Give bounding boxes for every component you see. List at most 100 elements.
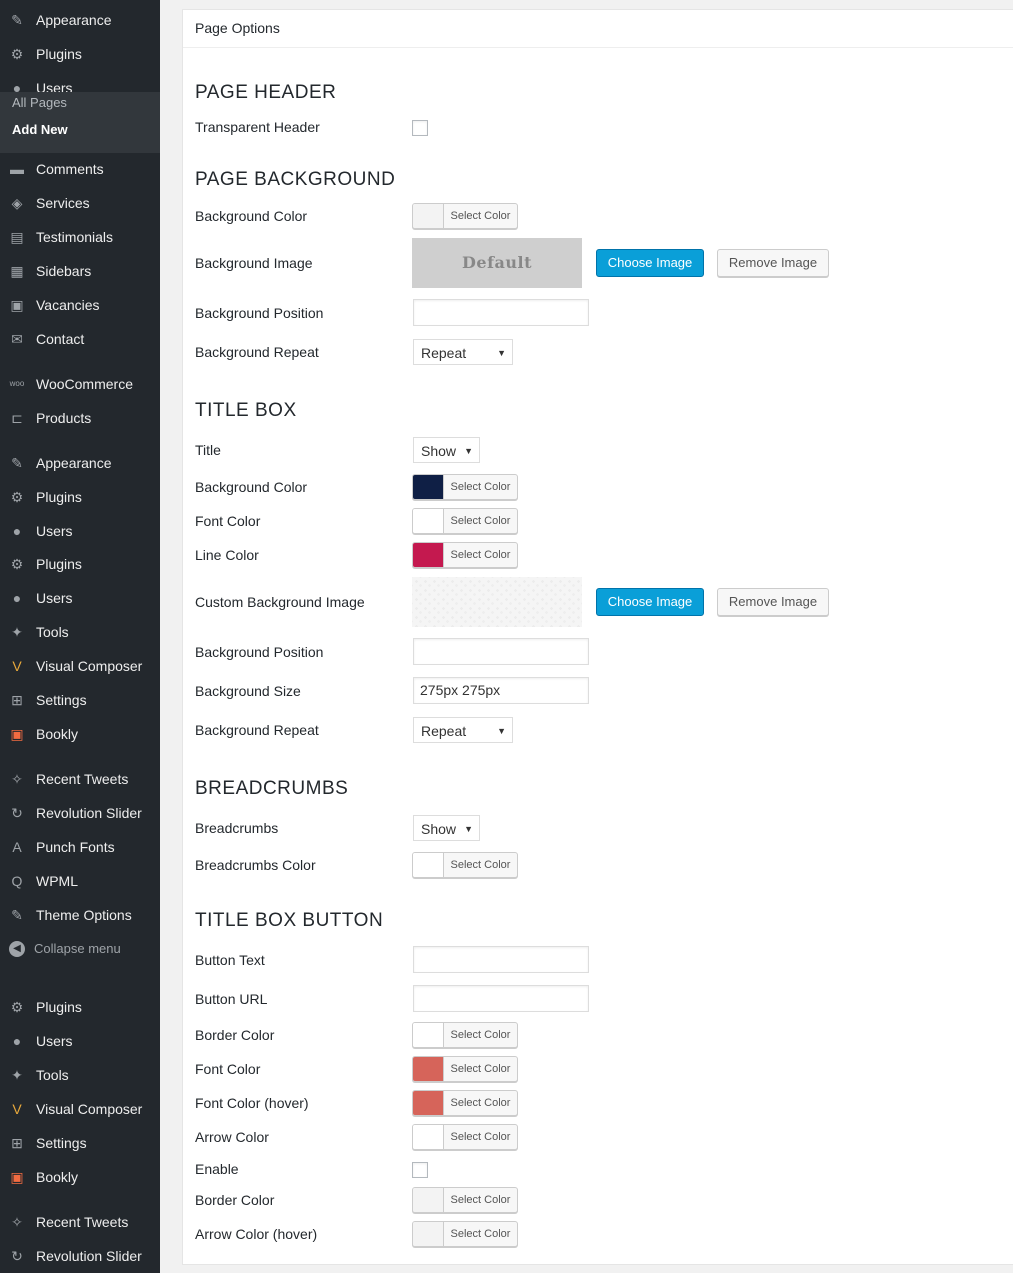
plugin-icon: ⚙ bbox=[10, 556, 24, 572]
button-font-color-picker[interactable]: Select Color bbox=[412, 1056, 518, 1082]
menu-item-sidebars[interactable]: ▦ Sidebars bbox=[0, 254, 160, 288]
page-bg-choose-image-button[interactable]: Choose Image bbox=[596, 249, 704, 277]
button-font-color-hover-picker[interactable]: Select Color bbox=[412, 1090, 518, 1116]
select-color-label: Select Color bbox=[450, 549, 511, 561]
color-swatch bbox=[413, 1091, 444, 1115]
submenu-add-new[interactable]: Add New bbox=[12, 120, 68, 140]
menu-item-recent-tweets[interactable]: ✧ Recent Tweets bbox=[0, 762, 160, 796]
button-text-label: Button Text bbox=[195, 952, 265, 968]
title-box-remove-image-button[interactable]: Remove Image bbox=[717, 588, 829, 616]
menu-item-revolution-slider[interactable]: ↻ Revolution Slider bbox=[0, 796, 160, 830]
menu-item-plugins[interactable]: ⚙ Plugins bbox=[0, 37, 160, 71]
menu-item-tools-2[interactable]: ✦ Tools bbox=[0, 1058, 160, 1092]
button-text-input[interactable] bbox=[413, 946, 589, 973]
plugin-icon: ⚙ bbox=[10, 489, 24, 505]
panel-title[interactable]: Page Options bbox=[195, 20, 280, 36]
menu-item-contact[interactable]: ✉ Contact bbox=[0, 322, 160, 356]
menu-item-plugins-4[interactable]: ⚙ Plugins bbox=[0, 990, 160, 1024]
color-swatch bbox=[413, 853, 444, 877]
menu-item-woocommerce[interactable]: woo WooCommerce bbox=[0, 367, 160, 401]
button-border-color-2-picker[interactable]: Select Color bbox=[412, 1187, 518, 1213]
menu-item-theme-options[interactable]: ✎ Theme Options bbox=[0, 898, 160, 932]
breadcrumbs-select[interactable]: Show ▼ bbox=[413, 815, 480, 841]
menu-item-appearance-2[interactable]: ✎ Appearance bbox=[0, 446, 160, 480]
cart-icon: ⊏ bbox=[11, 410, 23, 426]
menu-item-users[interactable]: ● Users bbox=[0, 71, 160, 92]
menu-item-users-3[interactable]: ● Users bbox=[0, 581, 160, 615]
title-box-title-select[interactable]: Show ▼ bbox=[413, 437, 480, 463]
transparent-header-checkbox[interactable] bbox=[412, 120, 428, 136]
button-arrow-color-label: Arrow Color bbox=[195, 1129, 269, 1145]
button-arrow-color-hover-picker[interactable]: Select Color bbox=[412, 1221, 518, 1247]
paintbrush-icon: ✎ bbox=[11, 455, 23, 471]
menu-item-appearance[interactable]: ✎ Appearance bbox=[0, 3, 160, 37]
breadcrumbs-color-picker[interactable]: Select Color bbox=[412, 852, 518, 878]
menu-item-bookly-2[interactable]: ▣ Bookly bbox=[0, 1160, 160, 1194]
menu-item-vacancies[interactable]: ▣ Vacancies bbox=[0, 288, 160, 322]
page-bg-position-label: Background Position bbox=[195, 305, 324, 321]
button-border-color-picker[interactable]: Select Color bbox=[412, 1022, 518, 1048]
twitter-icon: ✧ bbox=[11, 771, 23, 787]
page-bg-repeat-select[interactable]: Repeat ▼ bbox=[413, 339, 513, 365]
menu-item-products[interactable]: ⊏ Products bbox=[0, 401, 160, 435]
menu-item-bookly[interactable]: ▣ Bookly bbox=[0, 717, 160, 751]
bookly-icon: ▣ bbox=[10, 1169, 24, 1185]
menu-item-services[interactable]: ◈ Services bbox=[0, 186, 160, 220]
menu-item-visual-composer-2[interactable]: V Visual Composer bbox=[0, 1092, 160, 1126]
page-bg-position-input[interactable] bbox=[413, 299, 589, 326]
select-color-label: Select Color bbox=[450, 1063, 511, 1075]
button-enable-checkbox[interactable] bbox=[412, 1162, 428, 1178]
select-value: Repeat bbox=[421, 723, 467, 739]
title-box-bg-image-preview bbox=[412, 577, 582, 627]
collapse-icon: ◀ bbox=[9, 941, 25, 957]
title-box-bg-size-label: Background Size bbox=[195, 683, 301, 699]
menu-item-tools[interactable]: ✦ Tools bbox=[0, 615, 160, 649]
title-box-bg-repeat-select[interactable]: Repeat ▼ bbox=[413, 717, 513, 743]
menu-item-recent-tweets-2[interactable]: ✧ Recent Tweets bbox=[0, 1205, 160, 1239]
refresh-icon: ↻ bbox=[11, 805, 23, 821]
title-box-bg-position-input[interactable] bbox=[413, 638, 589, 665]
user-icon: ● bbox=[12, 80, 22, 92]
menu-item-users-2[interactable]: ● Users bbox=[0, 514, 160, 537]
mail-icon: ✉ bbox=[11, 331, 23, 347]
button-url-input[interactable] bbox=[413, 985, 589, 1012]
title-box-line-color-picker[interactable]: Select Color bbox=[412, 542, 518, 568]
button-arrow-color-picker[interactable]: Select Color bbox=[412, 1124, 518, 1150]
page-bg-color-picker[interactable]: Select Color bbox=[412, 203, 518, 229]
page-bg-remove-image-button[interactable]: Remove Image bbox=[717, 249, 829, 277]
menu-item-revolution-slider-2[interactable]: ↻ Revolution Slider bbox=[0, 1239, 160, 1273]
submenu-all-pages[interactable]: All Pages bbox=[12, 93, 67, 113]
menu-item-testimonials[interactable]: ▤ Testimonials bbox=[0, 220, 160, 254]
plugin-icon: ⚙ bbox=[10, 999, 24, 1015]
title-box-bg-size-input[interactable]: 275px 275px bbox=[413, 677, 589, 704]
menu-item-settings[interactable]: ⊞ Settings bbox=[0, 683, 160, 717]
collapse-menu-button[interactable]: ◀ Collapse menu bbox=[0, 932, 160, 966]
color-swatch bbox=[413, 1125, 444, 1149]
menu-item-comments[interactable]: ▬ Comments bbox=[0, 152, 160, 186]
title-box-choose-image-button[interactable]: Choose Image bbox=[596, 588, 704, 616]
title-box-bg-color-picker[interactable]: Select Color bbox=[412, 474, 518, 500]
menu-item-visual-composer[interactable]: V Visual Composer bbox=[0, 649, 160, 683]
twitter-icon: ✧ bbox=[11, 1214, 23, 1230]
section-title-title-box-button: TITLE BOX BUTTON bbox=[195, 910, 384, 931]
breadcrumbs-label: Breadcrumbs bbox=[195, 820, 279, 836]
button-arrow-color-hover-label: Arrow Color (hover) bbox=[195, 1226, 318, 1242]
menu-item-punch-fonts[interactable]: A Punch Fonts bbox=[0, 830, 160, 864]
caret-down-icon: ▼ bbox=[497, 348, 506, 358]
menu-item-plugins-2[interactable]: ⚙ Plugins bbox=[0, 480, 160, 514]
title-box-bg-position-label: Background Position bbox=[195, 644, 324, 660]
title-box-bg-color-label: Background Color bbox=[195, 479, 308, 495]
menu-item-users-4[interactable]: ● Users bbox=[0, 1024, 160, 1058]
select-value: Repeat bbox=[421, 345, 467, 361]
section-title-page-background: PAGE BACKGROUND bbox=[195, 169, 396, 190]
wrench-icon: ✦ bbox=[11, 1067, 23, 1083]
page-bg-color-label: Background Color bbox=[195, 208, 308, 224]
menu-item-settings-2[interactable]: ⊞ Settings bbox=[0, 1126, 160, 1160]
font-icon: A bbox=[12, 839, 22, 855]
select-value: Show bbox=[421, 821, 457, 837]
menu-item-wpml[interactable]: Q WPML bbox=[0, 864, 160, 898]
title-box-font-color-picker[interactable]: Select Color bbox=[412, 508, 518, 534]
color-swatch bbox=[413, 1222, 444, 1246]
menu-item-plugins-3[interactable]: ⚙ Plugins bbox=[0, 547, 160, 581]
select-value: Show bbox=[421, 443, 457, 459]
